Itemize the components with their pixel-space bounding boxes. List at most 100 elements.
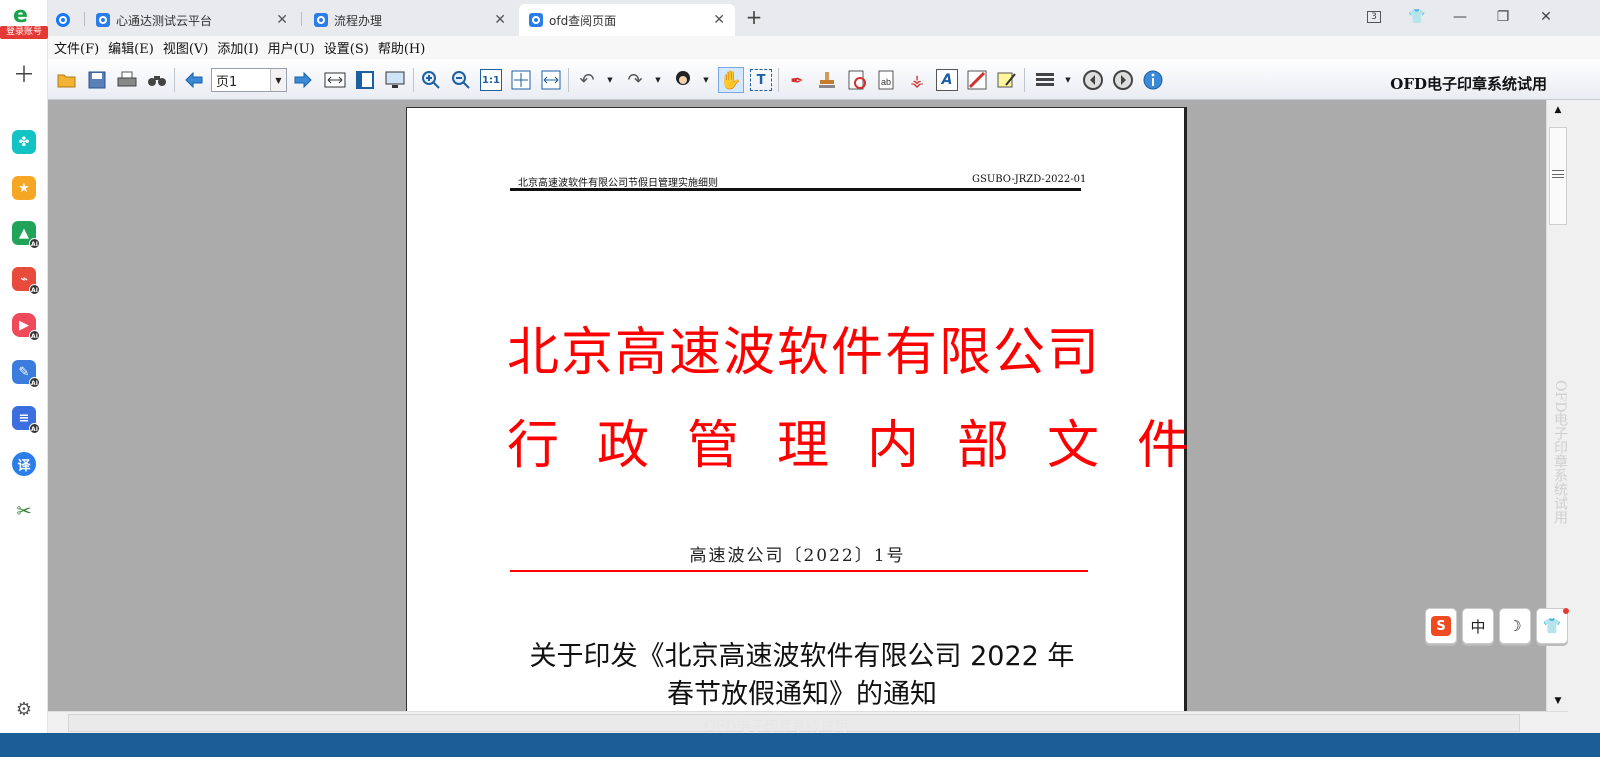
toolbar: 页1 ▼ 1:1 ↶ ▼ ↷ ▼ ▼ ✋ T ✒ ab ⚶ A ▼ OFD电子印…: [48, 59, 1600, 100]
fullscreen-icon[interactable]: [384, 69, 406, 91]
menu-view[interactable]: 视图(V): [163, 38, 209, 57]
seam-seal-icon[interactable]: ⚶: [906, 69, 928, 91]
add-icon[interactable]: ＋: [12, 61, 36, 88]
fit-page-icon[interactable]: [322, 69, 348, 91]
menu-edit[interactable]: 编辑(E): [108, 38, 154, 57]
undo-dropdown-icon[interactable]: ▼: [604, 69, 616, 91]
write-ai-icon[interactable]: ✎ AI: [12, 360, 40, 388]
zoom-in-icon[interactable]: [420, 69, 442, 91]
pen-sign-icon[interactable]: ✒: [786, 69, 808, 91]
translate-icon[interactable]: 译: [12, 452, 36, 476]
tab-0[interactable]: 心通达测试云平台 ✕: [86, 4, 298, 36]
stamp-icon[interactable]: [816, 69, 838, 91]
image-ai-icon[interactable]: ▲ AI: [12, 221, 40, 249]
document-viewer[interactable]: 北京高速波软件有限公司节假日管理实施细则 GSUBO-JRZD-2022-01 …: [48, 100, 1546, 711]
doc-red-rule: [510, 570, 1088, 572]
doc-red-title-line2: 行政管理内部文件: [507, 416, 1228, 476]
forward-circle-icon[interactable]: [1112, 69, 1134, 91]
text-select-icon[interactable]: T: [750, 69, 772, 91]
doc-number: 高速波公司〔2022〕1号: [689, 546, 906, 566]
menu-file[interactable]: 文件(F): [54, 38, 99, 57]
minimize-icon[interactable]: —: [1446, 5, 1474, 29]
print-icon[interactable]: [116, 69, 138, 91]
text-annotation-icon[interactable]: A: [936, 69, 958, 91]
close-tab-icon[interactable]: ✕: [276, 12, 288, 28]
open-folder-icon[interactable]: [56, 69, 78, 91]
redo-dropdown-icon[interactable]: ▼: [652, 69, 664, 91]
video-ai-icon[interactable]: ▶ AI: [12, 313, 40, 341]
svg-text:ab: ab: [881, 77, 891, 87]
close-tab-icon[interactable]: ✕: [494, 12, 506, 28]
tab-count: 3: [1367, 11, 1381, 23]
back-circle-icon[interactable]: [1082, 69, 1104, 91]
ime-mode-button[interactable]: 中: [1462, 608, 1494, 644]
page-dropdown-arrow-icon[interactable]: ▼: [270, 69, 286, 91]
restore-icon[interactable]: ❐: [1489, 5, 1517, 29]
doc-ai-icon[interactable]: ≡ AI: [12, 406, 40, 434]
tab-separator: [84, 12, 85, 26]
redo-icon[interactable]: ↷: [624, 69, 646, 91]
side-watermark: OFD电子印章系统试用: [1552, 380, 1568, 525]
menu-add[interactable]: 添加(I): [217, 38, 258, 57]
left-rail: e 登录账号 ＋ ✤ ★ ▲ AI ⌁ AI ▶ AI ✎ AI ≡ AI 译 ✂ ⚙: [0, 0, 48, 757]
skin-icon[interactable]: 👕: [1403, 5, 1431, 29]
browser-logo[interactable]: e 登录账号: [0, 3, 48, 39]
zoom-out-icon[interactable]: [450, 69, 472, 91]
star-icon[interactable]: ★: [12, 176, 36, 200]
doc-header-title: 北京高速波软件有限公司节假日管理实施细则: [518, 178, 718, 189]
ime-logo-icon[interactable]: S: [1425, 608, 1457, 644]
translate-label: 译: [17, 458, 31, 474]
toolbar-separator: [174, 68, 175, 92]
find-binoculars-icon[interactable]: [146, 69, 168, 91]
tab-1[interactable]: 流程办理 ✕: [304, 4, 516, 36]
toolbar-separator: [1024, 68, 1025, 92]
sidebar-toggle-icon[interactable]: [354, 69, 376, 91]
hand-tool-icon[interactable]: ✋: [718, 67, 744, 93]
doc-red-title-line1: 北京高速波软件有限公司: [507, 323, 1102, 383]
scroll-up-icon[interactable]: ▲: [1547, 100, 1569, 120]
layout-menu-icon[interactable]: [1034, 69, 1056, 91]
moon-icon[interactable]: ☽: [1499, 608, 1531, 644]
ime-toolbar: S 中 ☽ 👕: [1425, 608, 1569, 648]
previous-page-icon[interactable]: [183, 69, 205, 91]
next-page-icon[interactable]: [292, 69, 314, 91]
signer-dropdown-icon[interactable]: ▼: [700, 69, 712, 91]
tab-2[interactable]: ofd查阅页面 ✕: [519, 4, 735, 36]
gear-icon[interactable]: ⚙: [12, 697, 36, 721]
menu-settings[interactable]: 设置(S): [324, 38, 369, 57]
highlight-icon[interactable]: [966, 69, 988, 91]
signer-avatar-icon[interactable]: [672, 69, 694, 91]
text-seal-icon[interactable]: ab: [876, 69, 898, 91]
fit-width-icon[interactable]: [540, 69, 562, 91]
tab-title: 流程办理: [334, 13, 383, 28]
tab-title: 心通达测试云平台: [116, 13, 213, 28]
page-number-field[interactable]: 页1 ▼: [211, 68, 287, 92]
trial-label: OFD电子印章系统试用: [1390, 75, 1547, 93]
new-tab-button[interactable]: +: [740, 5, 768, 29]
save-icon[interactable]: [86, 69, 108, 91]
pdf-ai-icon[interactable]: ⌁ AI: [12, 267, 40, 295]
doc-seal-icon[interactable]: [846, 69, 868, 91]
scroll-down-icon[interactable]: ▼: [1547, 691, 1569, 711]
tab-favicon-icon: [529, 13, 543, 27]
menu-user[interactable]: 用户(U): [268, 38, 315, 57]
status-bar: [0, 733, 1600, 757]
skin-shirt-icon[interactable]: 👕: [1536, 608, 1568, 644]
fit-all-icon[interactable]: [510, 69, 532, 91]
info-icon[interactable]: [1142, 69, 1164, 91]
scissors-icon[interactable]: ✂: [12, 499, 36, 523]
layout-dropdown-icon[interactable]: ▼: [1062, 69, 1074, 91]
close-window-icon[interactable]: ✕: [1532, 5, 1560, 29]
login-badge[interactable]: 登录账号: [0, 26, 48, 39]
document-page: 北京高速波软件有限公司节假日管理实施细则 GSUBO-JRZD-2022-01 …: [406, 107, 1228, 711]
tab-count-button[interactable]: 3: [1360, 5, 1388, 29]
actual-size-icon[interactable]: 1:1: [480, 69, 502, 91]
send-icon: [56, 13, 70, 27]
toolbar-separator: [778, 68, 779, 92]
note-icon[interactable]: [996, 69, 1018, 91]
undo-icon[interactable]: ↶: [576, 69, 598, 91]
close-tab-icon[interactable]: ✕: [713, 12, 725, 28]
clover-icon[interactable]: ✤: [12, 130, 36, 154]
pinned-tab[interactable]: [48, 4, 88, 36]
menu-help[interactable]: 帮助(H): [378, 38, 425, 57]
